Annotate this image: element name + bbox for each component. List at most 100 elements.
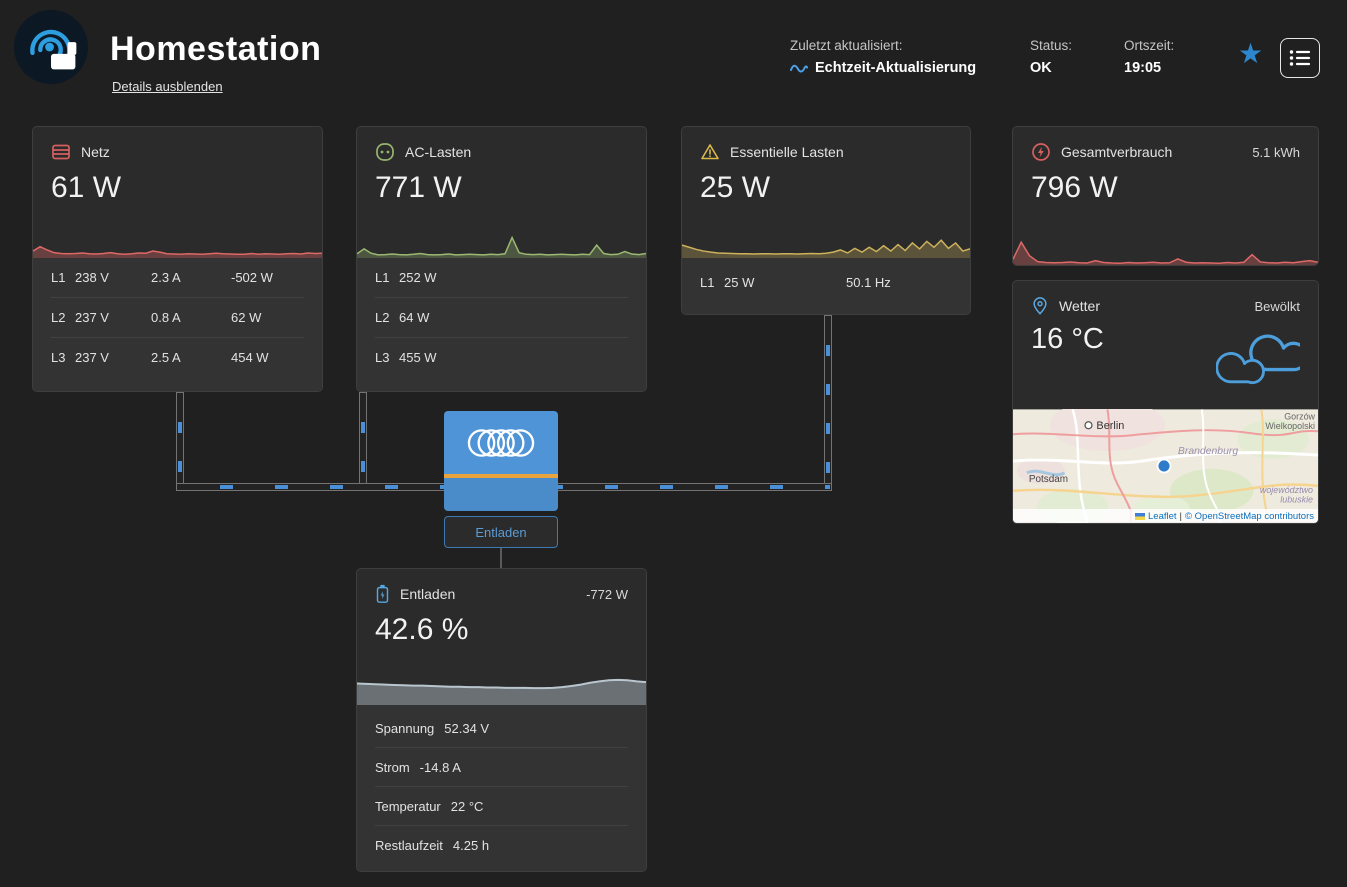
weather-map[interactable]: Berlin Potsdam Brandenburg Gorzów Wielko…: [1013, 409, 1318, 523]
phase-label: L1: [700, 275, 715, 290]
map-attribution: Leaflet | © OpenStreetMap contributors: [1013, 509, 1318, 523]
list-icon: [1289, 49, 1311, 67]
detail-value: 4.25 h: [452, 837, 490, 853]
victron-coil-logo: [444, 411, 558, 474]
map-city-label-berlin: Berlin: [1096, 420, 1124, 432]
map-location-marker: [1156, 458, 1172, 474]
essential-loads-table: L1 25 W 50.1 Hz: [682, 258, 970, 314]
card-title: Essentielle Lasten: [730, 144, 844, 160]
total-consumption-sparkline: [1013, 237, 1318, 265]
power-value: 64 W: [399, 310, 430, 325]
leaflet-link[interactable]: Leaflet: [1148, 511, 1177, 522]
battery-card: Entladen -772 W 42.6 % Spannung 52.34 V …: [356, 568, 647, 872]
victron-logo[interactable]: [12, 8, 90, 86]
battery-detail-table: Spannung 52.34 V Strom -14.8 A Temperatu…: [357, 705, 646, 871]
weather-card: Wetter Bewölkt 16 °C Berlin Potsdam Bran…: [1012, 280, 1319, 524]
battery-state-label: Entladen: [400, 586, 456, 602]
ac-loads-card: AC-Lasten 771 W L1 252 W L2 64 W L3 455 …: [356, 126, 647, 392]
card-title: Gesamtverbrauch: [1061, 144, 1173, 160]
table-row: L1 252 W: [375, 258, 628, 298]
menu-button[interactable]: [1280, 38, 1320, 78]
power-value: 62 W: [231, 310, 262, 325]
essential-loads-sparkline: [682, 228, 970, 258]
socket-icon: [375, 142, 395, 162]
detail-value: 22 °C: [450, 798, 484, 814]
detail-value: -14.8 A: [419, 759, 461, 775]
ac-loads-phase-table: L1 252 W L2 64 W L3 455 W: [357, 258, 646, 391]
table-row: L1 25 W 50.1 Hz: [700, 263, 952, 302]
map-region-label-lubuskie-1: województwo: [1260, 485, 1313, 495]
grid-card: Netz 61 W L1 238 V 2.3 A -502 W L2 237 V…: [32, 126, 323, 392]
map-region-label-gorzow-2: Wielkopolski: [1265, 421, 1315, 431]
ukraine-flag-icon: [1135, 512, 1146, 520]
table-row: L3 237 V 2.5 A 454 W: [51, 338, 304, 377]
ac-loads-power-value: 771 W: [375, 171, 462, 204]
details-toggle-link[interactable]: Details ausblenden: [112, 79, 223, 94]
detail-label: Restlaufzeit: [375, 837, 443, 853]
warning-triangle-icon: [700, 142, 720, 162]
power-value: 454 W: [231, 350, 269, 365]
cloud-icon: [1216, 329, 1300, 391]
phase-label: L3: [375, 350, 390, 365]
voltage-value: 237 V: [75, 350, 109, 365]
total-consumption-power-value: 796 W: [1031, 171, 1118, 204]
phase-label: L1: [375, 270, 390, 285]
page-title: Homestation: [110, 30, 322, 68]
inverter-mode-button[interactable]: Entladen: [444, 516, 558, 548]
last-updated-value: Echtzeit-Aktualisierung: [815, 60, 977, 76]
table-row: L1 238 V 2.3 A -502 W: [51, 258, 304, 298]
table-row: Strom -14.8 A: [375, 748, 628, 787]
phase-label: L2: [375, 310, 390, 325]
status-label: Status:: [1030, 38, 1073, 53]
attribution-separator: |: [1179, 510, 1183, 522]
current-value: 0.8 A: [151, 310, 181, 325]
detail-label: Spannung: [375, 720, 435, 736]
table-row: L2 237 V 0.8 A 62 W: [51, 298, 304, 338]
last-updated-label: Zuletzt aktualisiert:: [790, 38, 903, 53]
total-consumption-card: Gesamtverbrauch 5.1 kWh 796 W: [1012, 126, 1319, 266]
voltage-value: 238 V: [75, 270, 109, 285]
essential-loads-power-value: 25 W: [700, 171, 771, 204]
power-value: 252 W: [399, 270, 437, 285]
consumption-icon: [1031, 142, 1051, 162]
power-value: -502 W: [231, 270, 273, 285]
phase-label: L1: [51, 270, 66, 285]
essential-loads-card: Essentielle Lasten 25 W L1 25 W 50.1 Hz: [681, 126, 971, 315]
battery-sparkline: [357, 665, 646, 705]
phase-label: L3: [51, 350, 66, 365]
detail-label: Strom: [375, 759, 410, 775]
power-value: 25 W: [724, 275, 755, 290]
ac-loads-sparkline: [357, 228, 646, 258]
map-region-label-gorzow-1: Gorzów: [1284, 411, 1315, 421]
card-title: Netz: [81, 144, 110, 160]
voltage-value: 237 V: [75, 310, 109, 325]
weather-condition: Bewölkt: [1254, 298, 1300, 314]
battery-soc-value: 42.6 %: [375, 613, 469, 646]
battery-icon: [375, 584, 390, 604]
table-row: L3 455 W: [375, 338, 628, 377]
essential-loads-connection-pipe: [824, 315, 832, 491]
ac-loads-connection-pipe: [359, 392, 367, 491]
favorite-star-icon[interactable]: ★: [1238, 40, 1263, 68]
card-title: Wetter: [1059, 298, 1100, 314]
current-value: 2.5 A: [151, 350, 181, 365]
map-region-label-lubuskie-2: lubuskie: [1280, 495, 1313, 505]
table-row: L2 64 W: [375, 298, 628, 338]
table-row: Restlaufzeit 4.25 h: [375, 826, 628, 864]
local-time-block: Ortszeit: 19:05: [1124, 38, 1174, 76]
status-value: OK: [1030, 60, 1052, 76]
card-title: AC-Lasten: [405, 144, 472, 160]
energy-today-value: 5.1 kWh: [1252, 144, 1300, 160]
temperature-value: 16 °C: [1031, 323, 1104, 355]
osm-link[interactable]: © OpenStreetMap contributors: [1185, 511, 1314, 522]
inverter-body: [444, 478, 558, 511]
table-row: Temperatur 22 °C: [375, 787, 628, 826]
power-value: 455 W: [399, 350, 437, 365]
last-updated-block: Zuletzt aktualisiert: Echtzeit-Aktualisi…: [790, 38, 976, 76]
map-region-label-brandenburg: Brandenburg: [1178, 446, 1238, 457]
grid-icon: [51, 142, 71, 162]
grid-connection-pipe: [176, 392, 184, 491]
inverter-tile[interactable]: [444, 411, 558, 511]
table-row: Spannung 52.34 V: [375, 709, 628, 748]
map-city-label-potsdam: Potsdam: [1029, 474, 1068, 485]
